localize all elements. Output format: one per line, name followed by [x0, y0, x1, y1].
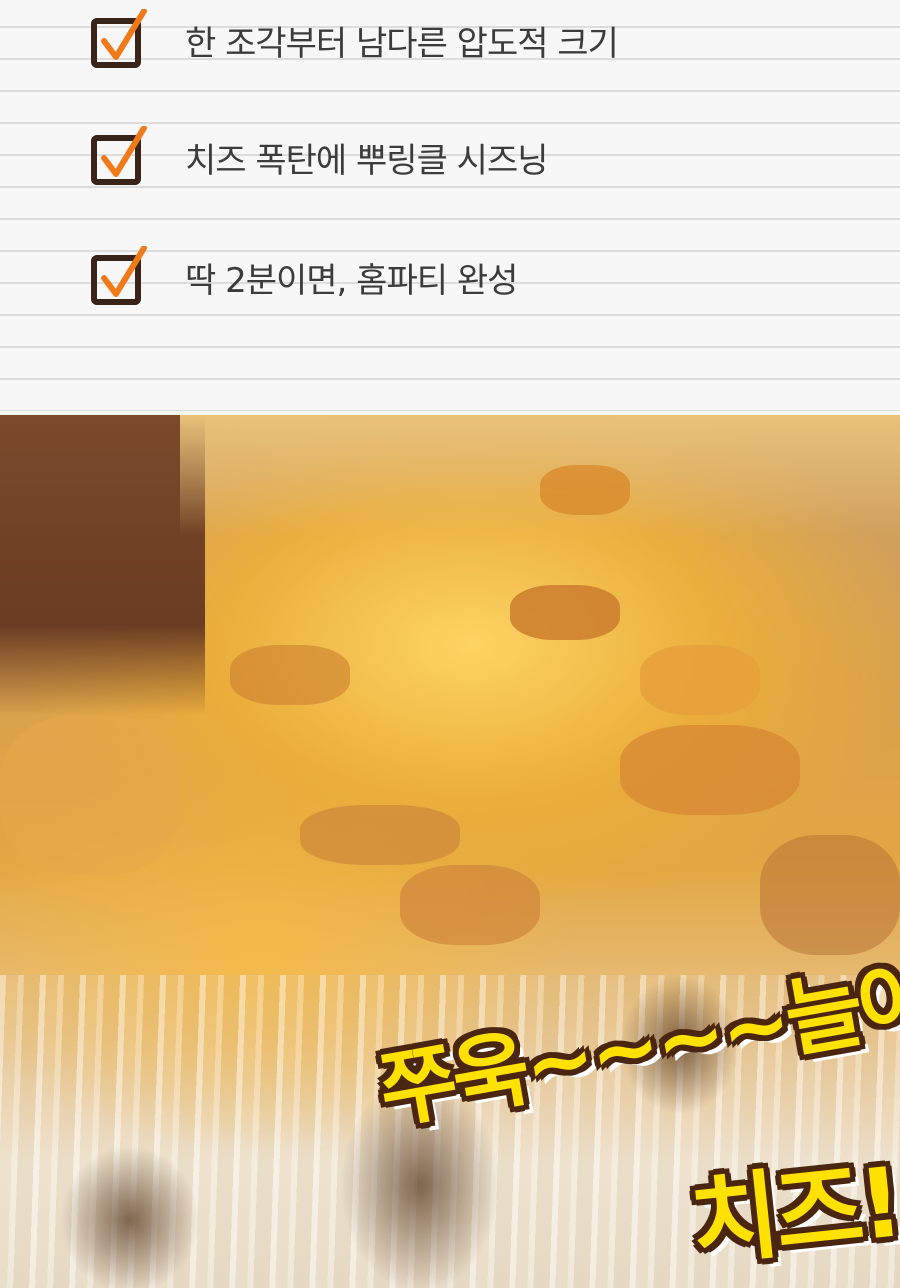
checkbox-checked-icon [90, 245, 152, 308]
topping [510, 585, 620, 640]
checklist-item-label: 치즈 폭탄에 뿌링클 시즈닝 [185, 140, 549, 181]
checklist-item: 치즈 폭탄에 뿌링클 시즈닝 [90, 122, 850, 192]
topping [540, 465, 630, 515]
topping [640, 645, 760, 715]
checklist-item-label: 한 조각부터 남다른 압도적 크기 [185, 23, 619, 64]
checkbox-checked-icon [90, 8, 152, 71]
checkbox-checked-icon [90, 125, 152, 188]
wooden-board [0, 415, 205, 715]
topping [0, 715, 180, 875]
checklist-item: 한 조각부터 남다른 압도적 크기 [90, 5, 850, 75]
topping [620, 725, 800, 815]
pizza-crust [180, 415, 900, 535]
topping [400, 865, 540, 945]
checklist-item: 딱 2분이면, 홈파티 완성 [90, 242, 850, 312]
topping [230, 645, 350, 705]
caption-cheese: 치즈! [685, 1146, 900, 1280]
checklist-item-label: 딱 2분이면, 홈파티 완성 [185, 260, 518, 301]
topping [300, 805, 460, 865]
lined-notepad-section: 한 조각부터 남다른 압도적 크기 치즈 폭탄에 뿌링클 시즈닝 딱 2분이면,… [0, 0, 900, 415]
cheese-gap-shadow [60, 1145, 200, 1288]
